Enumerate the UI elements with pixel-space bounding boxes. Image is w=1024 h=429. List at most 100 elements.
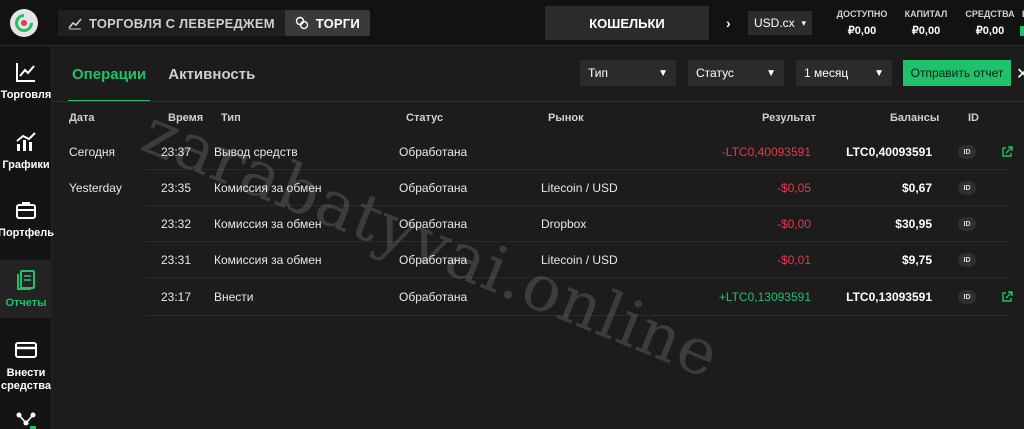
header-date[interactable]: Дата (69, 112, 94, 124)
id-badge[interactable]: ID (958, 290, 976, 304)
period-filter[interactable]: 1 месяц ▼ (796, 60, 892, 86)
table-row[interactable]: 23:17 Внести Обработана +LTC0,13093591 L… (145, 278, 1013, 316)
stat-value: ₽0,00 (847, 25, 877, 37)
header-status[interactable]: Статус (406, 112, 443, 124)
stat-label: ДОСТУПНО (836, 9, 888, 19)
external-link-icon[interactable] (1001, 291, 1013, 303)
table-row[interactable]: 23:32 Комиссия за обмен Обработана Dropb… (145, 206, 1011, 242)
stat-label: КАПИТАЛ (904, 9, 948, 19)
type-cell: Комиссия за обмен (214, 181, 322, 195)
id-badge[interactable]: ID (958, 217, 976, 231)
market-cell: Dropbox (541, 217, 587, 231)
stat-indicator (1020, 26, 1024, 36)
id-badge[interactable]: ID (958, 181, 976, 195)
type-filter[interactable]: Тип ▼ (580, 60, 676, 86)
external-link-icon[interactable] (1001, 146, 1013, 158)
type-cell: Комиссия за обмен (214, 217, 322, 231)
chevron-down-icon: ▾ (801, 17, 806, 28)
table-row[interactable]: 23:35 Комиссия за обмен Обработана Litec… (145, 170, 1011, 206)
id-badge[interactable]: ID (958, 145, 976, 159)
stat-available: ДОСТУПНО ₽0,00 (830, 9, 894, 37)
sidebar-item-label-line2: средства (0, 380, 52, 392)
exchange-icon (295, 16, 308, 30)
table-row[interactable]: 23:31 Комиссия за обмен Обработана Litec… (145, 242, 1011, 278)
header-market[interactable]: Рынок (548, 112, 584, 124)
result-cell: -$0,00 (776, 217, 811, 231)
top-bar: ТОРГОВЛЯ С ЛЕВЕРЕДЖЕМ ТОРГИ КОШЕЛЬКИ › U… (0, 0, 1024, 46)
status-cell: Обработана (399, 181, 468, 195)
trading-mode-switch: ТОРГОВЛЯ С ЛЕВЕРЕДЖЕМ ТОРГИ (58, 10, 370, 36)
chevron-down-icon: ▼ (766, 67, 776, 79)
balance-cell: $9,75 (901, 253, 932, 267)
type-cell: Вывод средств (214, 145, 298, 159)
time-cell: 23:37 (161, 145, 192, 159)
header-result[interactable]: Результат (762, 112, 816, 124)
leverage-trading-label: ТОРГОВЛЯ С ЛЕВЕРЕДЖЕМ (89, 15, 275, 31)
table-row[interactable]: 23:37 Вывод средств Обработана -LTC0,400… (145, 134, 1013, 170)
close-icon[interactable]: ✕ (1016, 64, 1024, 84)
wallets-button[interactable]: КОШЕЛЬКИ (545, 6, 709, 40)
stat-value: ₽0,00 (975, 25, 1005, 37)
sidebar-item-label: Портфель (0, 227, 54, 239)
briefcase-icon (16, 202, 36, 219)
trades-button[interactable]: ТОРГИ (284, 10, 370, 36)
logo-dot (21, 20, 27, 26)
report-document-icon (17, 270, 35, 290)
chevron-down-icon: ▼ (658, 67, 668, 79)
header-id[interactable]: ID (968, 112, 979, 124)
sidebar-item-label: Торговля (0, 89, 52, 101)
header-time[interactable]: Время (168, 112, 203, 124)
sidebar-item-trading[interactable]: Торговля (0, 60, 52, 102)
card-icon (15, 342, 37, 358)
report-tabs: Операции Активность (67, 46, 255, 102)
id-badge[interactable]: ID (958, 253, 976, 267)
chevron-right-icon[interactable]: › (726, 15, 731, 31)
date-group-label: Сегодня (69, 145, 115, 159)
market-cell: Litecoin / USD (541, 253, 618, 267)
sidebar-item-reports[interactable]: Отчеты (0, 260, 52, 318)
send-report-button[interactable]: Отправить отчет (903, 60, 1011, 86)
balance-cell: LTC0,40093591 (846, 145, 932, 159)
tab-activity[interactable]: Активность (168, 46, 255, 102)
status-cell: Обработана (399, 217, 468, 231)
sidebar-item-portfolio[interactable]: Портфель (0, 198, 54, 240)
trades-label: ТОРГИ (315, 15, 360, 31)
result-cell: +LTC0,13093591 (718, 290, 811, 304)
header-type[interactable]: Тип (221, 112, 241, 124)
time-cell: 23:32 (161, 217, 192, 231)
balance-cell: LTC0,13093591 (846, 290, 932, 304)
balance-cell: $0,67 (901, 181, 932, 195)
stat-funds: СРЕДСТВА ₽0,00 (958, 9, 1022, 37)
currency-select[interactable]: USD.cx ▾ (748, 11, 812, 35)
status-filter[interactable]: Статус ▼ (688, 60, 784, 86)
currency-value: USD.cx (754, 16, 795, 30)
chevron-down-icon: ▼ (874, 67, 884, 79)
sidebar: Торговля Графики Портфель Отчеты Внести … (0, 46, 54, 429)
result-cell: -LTC0,40093591 (721, 145, 811, 159)
period-filter-label: 1 месяц (804, 66, 849, 80)
type-cell: Внести (214, 290, 254, 304)
stat-capital: КАПИТАЛ ₽0,00 (894, 9, 958, 37)
trend-line-icon (68, 18, 82, 30)
sidebar-item-label: Отчеты (5, 297, 47, 309)
time-cell: 23:31 (161, 253, 192, 267)
content-divider (52, 101, 1024, 102)
time-cell: 23:17 (161, 290, 192, 304)
network-icon (16, 412, 36, 429)
sidebar-item-label: Графики (2, 159, 50, 171)
leverage-trading-button[interactable]: ТОРГОВЛЯ С ЛЕВЕРЕДЖЕМ (58, 10, 285, 36)
date-group-label: Yesterday (69, 181, 122, 195)
status-filter-label: Статус (696, 66, 734, 80)
type-cell: Комиссия за обмен (214, 253, 322, 267)
sidebar-item-network[interactable] (0, 410, 52, 429)
stat-value: ₽0,00 (911, 25, 941, 37)
header-balances[interactable]: Балансы (890, 112, 939, 124)
bar-line-chart-icon (16, 132, 36, 151)
sidebar-item-deposit[interactable]: Внести средства (0, 338, 52, 393)
result-cell: -$0,05 (776, 181, 811, 195)
balance-cell: $30,95 (895, 217, 932, 231)
app-logo[interactable] (10, 9, 38, 37)
tab-operations[interactable]: Операции (67, 46, 151, 102)
time-cell: 23:35 (161, 181, 192, 195)
sidebar-item-charts[interactable]: Графики (0, 130, 52, 172)
